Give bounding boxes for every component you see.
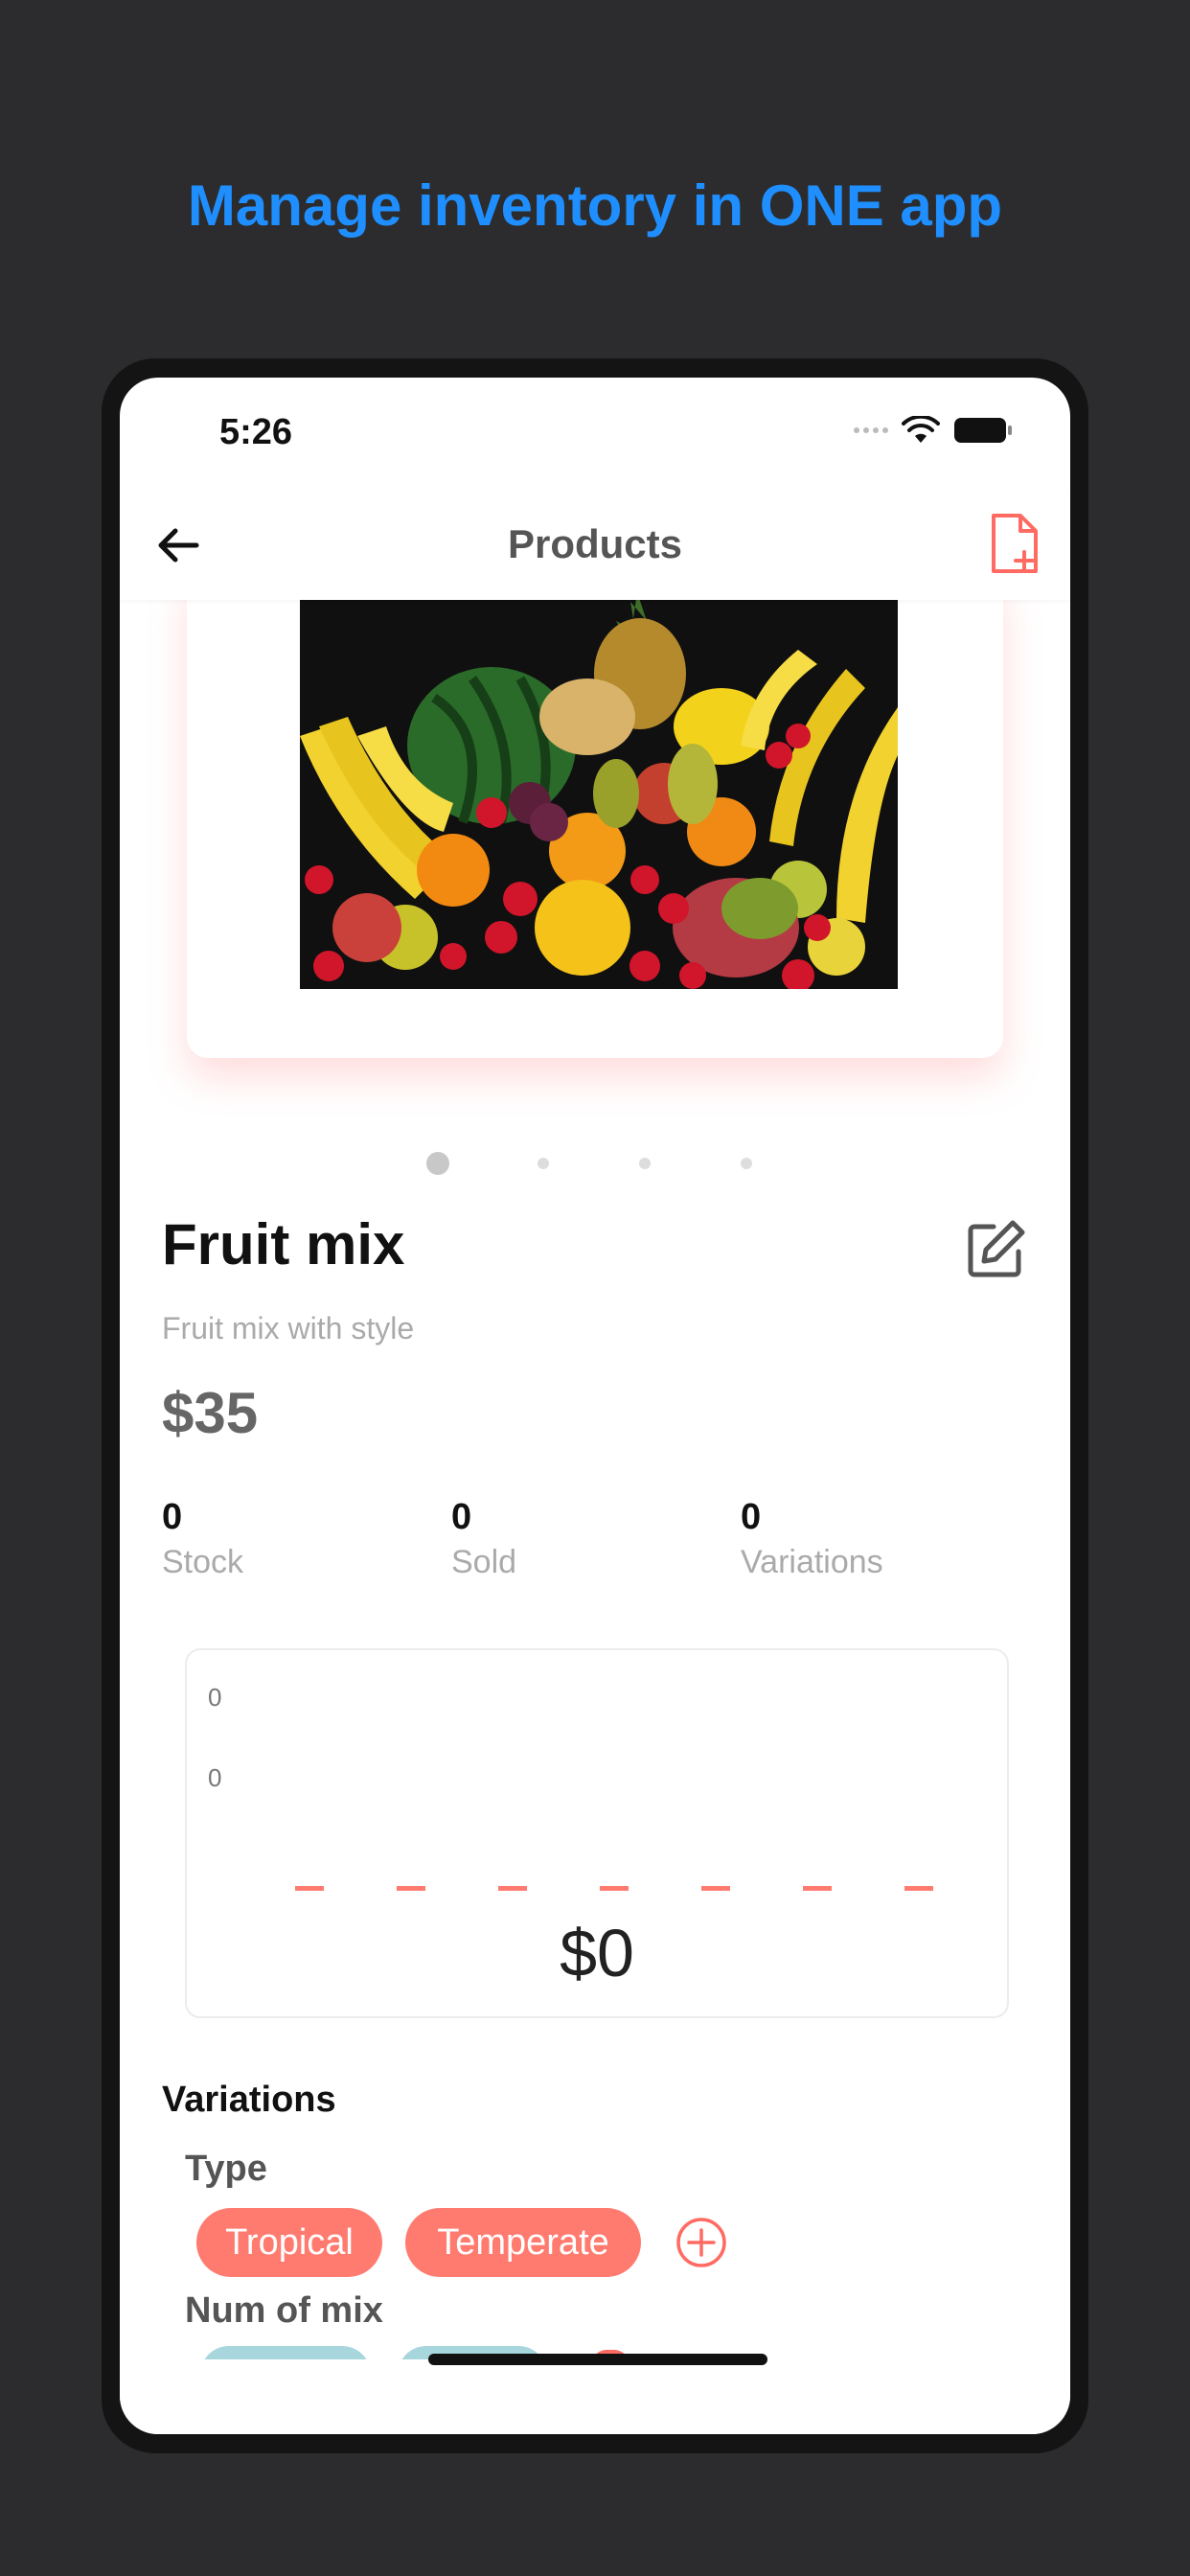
pager-dot-1[interactable]: [426, 1152, 449, 1175]
nav-bar: Products: [120, 493, 1070, 600]
stat-label: Stock: [162, 1544, 244, 1580]
stat-variations: 0 Variations: [741, 1497, 883, 1581]
phone-frame: 5:26 Products Fruit mix Fruit mix with s…: [102, 358, 1088, 2453]
sales-chart-card: 0 0 $0: [185, 1648, 1009, 2018]
stat-label: Variations: [741, 1544, 883, 1580]
chart-bar: [803, 1886, 832, 1891]
variations-title: Variations: [162, 2080, 336, 2120]
page-title: Products: [507, 521, 683, 566]
chart-bar: [295, 1886, 324, 1891]
stat-sold: 0 Sold: [451, 1497, 516, 1581]
wifi-icon: [902, 416, 940, 443]
image-pager: [120, 1152, 1070, 1175]
pager-dot-3[interactable]: [639, 1158, 651, 1169]
stat-value: 0: [451, 1497, 472, 1537]
edit-icon[interactable]: [965, 1217, 1028, 1280]
product-name: Fruit mix: [162, 1212, 405, 1276]
chart-bar: [600, 1886, 629, 1891]
home-indicator[interactable]: [428, 2354, 767, 2365]
product-image-card[interactable]: [187, 569, 1003, 1058]
stat-label: Sold: [451, 1544, 517, 1580]
variation-group-type-label: Type: [185, 2149, 267, 2189]
chart-bar: [904, 1886, 933, 1891]
signal-icon: [854, 427, 888, 433]
pager-dot-4[interactable]: [741, 1158, 752, 1169]
chart-bar: [701, 1886, 730, 1891]
battery-icon: [954, 418, 1012, 443]
product-description: Fruit mix with style: [162, 1311, 415, 1346]
pager-dot-2[interactable]: [538, 1158, 549, 1169]
stat-stock: 0 Stock: [162, 1497, 243, 1581]
chart-bars: [295, 1886, 933, 1891]
stat-value: 0: [162, 1497, 183, 1537]
bottom-safe-area: [120, 2359, 1070, 2434]
product-image: [300, 592, 898, 989]
variation-chip-temperate[interactable]: Temperate: [405, 2208, 641, 2277]
add-document-icon[interactable]: [988, 512, 1041, 575]
chart-total: $0: [560, 1916, 634, 1990]
app-screen: 5:26 Products Fruit mix Fruit mix with s…: [120, 378, 1070, 2434]
chart-bar: [498, 1886, 527, 1891]
product-price: $35: [162, 1381, 259, 1445]
variation-group-num-of-mix-label: Num of mix: [185, 2290, 383, 2331]
status-time: 5:26: [219, 412, 293, 452]
promo-headline: Manage inventory in ONE app: [187, 173, 1003, 238]
stat-value: 0: [741, 1497, 762, 1537]
chart-bar: [397, 1886, 425, 1891]
status-icons: [854, 416, 1013, 445]
add-option-icon[interactable]: [675, 2217, 727, 2268]
variation-chip-tropical[interactable]: Tropical: [196, 2208, 382, 2277]
